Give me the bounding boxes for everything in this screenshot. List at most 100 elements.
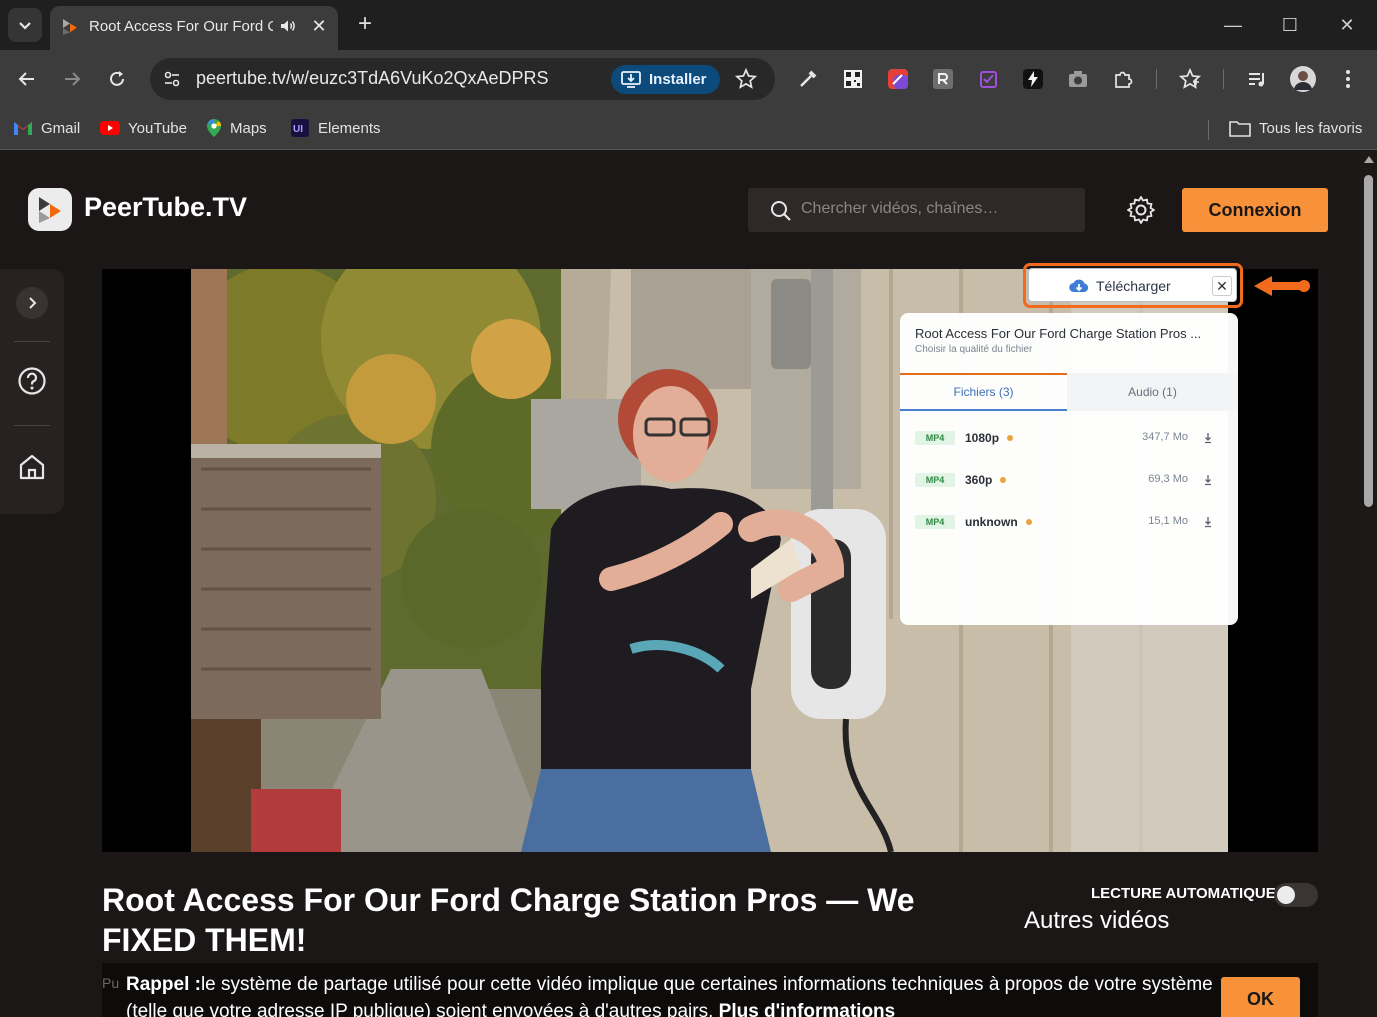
maximize-icon[interactable]: ☐ bbox=[1277, 12, 1303, 38]
bookmarks-bar: Gmail YouTube Maps UI Elements Tous les … bbox=[0, 108, 1377, 150]
file-size: 15,1 Mo bbox=[1148, 515, 1188, 527]
speaker-icon[interactable] bbox=[279, 17, 297, 35]
download-tabs: Fichiers (3) Audio (1) bbox=[900, 373, 1238, 411]
file-row-1080p[interactable]: MP4 1080p 347,7 Mo bbox=[915, 430, 1220, 450]
expand-menu-button[interactable] bbox=[16, 287, 48, 319]
install-icon bbox=[621, 70, 641, 88]
file-size: 347,7 Mo bbox=[1142, 431, 1188, 443]
close-window-icon[interactable]: ✕ bbox=[1334, 12, 1360, 38]
download-arrow-icon[interactable] bbox=[1202, 515, 1214, 529]
close-tab-icon[interactable]: ✕ bbox=[309, 17, 329, 37]
elements-icon: UI bbox=[291, 119, 309, 137]
maps-icon bbox=[207, 119, 222, 137]
url-text[interactable]: peertube.tv/w/euzc3TdA6VuKo2QxAeDPRS bbox=[196, 68, 549, 89]
tab-files[interactable]: Fichiers (3) bbox=[900, 373, 1067, 411]
download-arrow-icon[interactable] bbox=[1202, 473, 1214, 487]
scroll-up-arrow-icon[interactable] bbox=[1364, 156, 1374, 163]
bookmark-maps[interactable]: Maps bbox=[206, 117, 267, 139]
autoplay-toggle[interactable] bbox=[1274, 883, 1318, 907]
ok-button[interactable]: OK bbox=[1221, 977, 1300, 1017]
more-info-link[interactable]: Plus d'informations bbox=[719, 1001, 896, 1017]
install-app-button[interactable]: Installer bbox=[611, 65, 720, 94]
download-panel-title: Root Access For Our Ford Charge Station … bbox=[915, 326, 1202, 341]
extensions-puzzle-icon[interactable] bbox=[1112, 68, 1134, 90]
lightning-extension-icon[interactable] bbox=[1022, 68, 1044, 90]
bookmark-elements[interactable]: UI Elements bbox=[290, 117, 381, 139]
media-control-icon[interactable] bbox=[1246, 68, 1268, 90]
profile-avatar[interactable] bbox=[1290, 66, 1316, 92]
tab-audio[interactable]: Audio (1) bbox=[1067, 373, 1238, 411]
autoplay-label: LECTURE AUTOMATIQUE bbox=[1091, 885, 1276, 902]
bookmark-youtube[interactable]: YouTube bbox=[100, 117, 187, 139]
youtube-icon bbox=[100, 121, 120, 135]
download-panel-subtitle: Choisir la qualité du fichier bbox=[915, 344, 1033, 355]
tab-search-button[interactable] bbox=[8, 8, 42, 42]
file-row-unknown[interactable]: MP4 unknown 15,1 Mo bbox=[915, 514, 1220, 534]
other-videos-heading: Autres vidéos bbox=[1024, 907, 1170, 934]
address-bar[interactable]: peertube.tv/w/euzc3TdA6VuKo2QxAeDPRS Ins… bbox=[150, 58, 775, 100]
chevron-right-icon bbox=[29, 297, 37, 309]
status-dot bbox=[1000, 477, 1007, 483]
search-icon bbox=[771, 201, 791, 221]
back-arrow-icon[interactable] bbox=[12, 64, 42, 94]
gmail-icon bbox=[14, 122, 32, 135]
site-info-icon[interactable] bbox=[162, 69, 182, 89]
favorites-star-icon[interactable] bbox=[1179, 68, 1201, 90]
new-tab-plus-icon[interactable]: + bbox=[352, 12, 378, 38]
browser-tab-bar: Root Access For Our Ford Charge Station … bbox=[0, 0, 1377, 50]
all-bookmarks-folder[interactable]: Tous les favoris bbox=[1229, 117, 1362, 139]
reader-extension-icon[interactable] bbox=[932, 68, 954, 90]
draw-extension-icon[interactable] bbox=[887, 68, 909, 90]
folder-icon bbox=[1229, 121, 1251, 137]
forward-arrow-icon[interactable] bbox=[57, 64, 87, 94]
file-size: 69,3 Mo bbox=[1148, 473, 1188, 485]
peertube-logo-icon bbox=[39, 196, 61, 223]
cloud-download-icon bbox=[1069, 279, 1089, 293]
home-icon bbox=[19, 454, 45, 480]
help-icon bbox=[18, 367, 46, 395]
screenshot-camera-icon[interactable] bbox=[1067, 68, 1089, 90]
video-title: Root Access For Our Ford Charge Station … bbox=[102, 882, 915, 958]
search-placeholder: Chercher vidéos, chaînes… bbox=[801, 200, 999, 217]
minimize-icon[interactable]: — bbox=[1220, 12, 1246, 38]
browser-menu-icon[interactable] bbox=[1337, 68, 1359, 90]
download-button[interactable]: Télécharger ✕ bbox=[1028, 268, 1237, 302]
page-content: PeerTube.TV Chercher vidéos, chaînes… Co… bbox=[0, 151, 1360, 1017]
search-input[interactable]: Chercher vidéos, chaînes… bbox=[748, 188, 1085, 232]
peertube-logo[interactable] bbox=[28, 188, 72, 231]
notice-text: Rappel :le système de partage utilisé po… bbox=[126, 971, 1216, 1017]
home-button[interactable] bbox=[16, 451, 48, 483]
quality-label: unknown bbox=[965, 515, 1032, 529]
format-badge: MP4 bbox=[915, 473, 955, 487]
svg-text:UI: UI bbox=[293, 124, 303, 135]
download-button-label: Télécharger bbox=[1096, 278, 1171, 294]
browser-tab-active[interactable]: Root Access For Our Ford Charge Station … bbox=[50, 6, 338, 50]
download-panel: Root Access For Our Ford Charge Station … bbox=[900, 313, 1238, 625]
site-brand[interactable]: PeerTube.TV bbox=[84, 192, 247, 223]
reload-icon[interactable] bbox=[102, 64, 132, 94]
format-badge: MP4 bbox=[915, 431, 955, 445]
tasks-extension-icon[interactable] bbox=[977, 68, 999, 90]
notice-underlying-text: Pu bbox=[102, 975, 120, 991]
qr-code-extension-icon[interactable] bbox=[842, 68, 864, 90]
toggle-knob bbox=[1277, 886, 1295, 904]
scroll-thumb[interactable] bbox=[1364, 175, 1373, 507]
page-scrollbar[interactable] bbox=[1360, 151, 1377, 1017]
settings-gear-icon[interactable] bbox=[1126, 195, 1156, 225]
login-button[interactable]: Connexion bbox=[1182, 188, 1328, 232]
annotation-arrow-icon bbox=[1254, 276, 1310, 296]
help-button[interactable] bbox=[16, 365, 48, 397]
install-label: Installer bbox=[649, 71, 707, 88]
close-icon[interactable]: ✕ bbox=[1212, 276, 1232, 296]
status-dot bbox=[1007, 435, 1014, 441]
download-arrow-icon[interactable] bbox=[1202, 431, 1214, 445]
tab-title: Root Access For Our Ford Charge Station … bbox=[89, 18, 273, 35]
notice-body: le système de partage utilisé pour cette… bbox=[126, 974, 1213, 1017]
color-picker-extension-icon[interactable] bbox=[797, 68, 819, 90]
chevron-down-icon bbox=[19, 22, 31, 30]
bookmark-star-icon[interactable] bbox=[735, 68, 757, 90]
file-row-360p[interactable]: MP4 360p 69,3 Mo bbox=[915, 472, 1220, 492]
p2p-privacy-notice: Pu Rappel :le système de partage utilisé… bbox=[102, 963, 1318, 1017]
quality-label: 1080p bbox=[965, 431, 1014, 445]
bookmark-gmail[interactable]: Gmail bbox=[13, 117, 80, 139]
